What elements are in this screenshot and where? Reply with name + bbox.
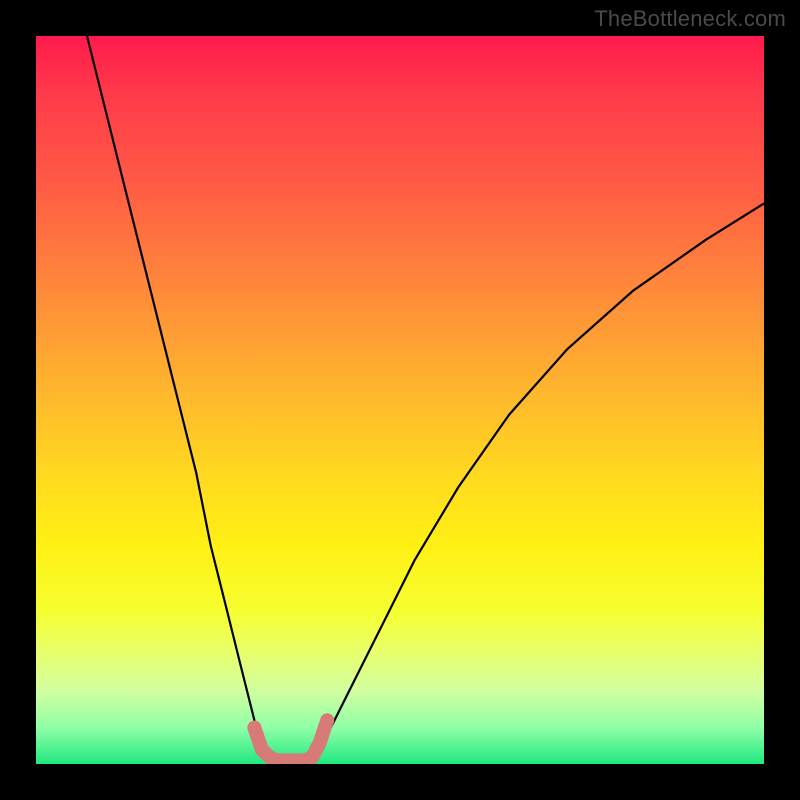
curve-layer xyxy=(36,36,764,764)
watermark-label: TheBottleneck.com xyxy=(594,6,786,32)
bottom-highlight-curve xyxy=(254,720,327,760)
plot-area xyxy=(36,36,764,764)
left-curve xyxy=(87,36,269,757)
highlight-dot xyxy=(247,721,261,735)
chart-frame: TheBottleneck.com xyxy=(0,0,800,800)
right-curve xyxy=(313,203,764,756)
